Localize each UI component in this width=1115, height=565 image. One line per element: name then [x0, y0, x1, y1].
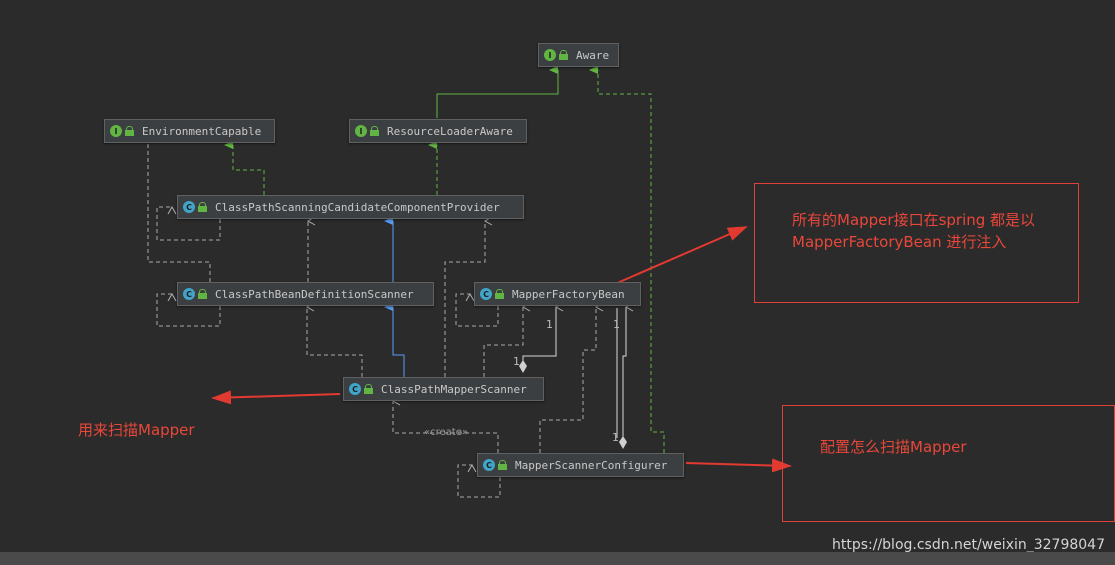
- multiplicity-label: 1: [546, 318, 553, 331]
- watermark: https://blog.csdn.net/weixin_32798047: [831, 537, 1105, 553]
- class-icon: C: [349, 383, 361, 395]
- aggregation-edges: [522, 302, 634, 438]
- multiplicity-label: 1: [612, 431, 619, 444]
- node-resourceloaderaware[interactable]: I ResourceLoaderAware: [349, 119, 527, 143]
- red-arrow-to-factory-note: [607, 226, 748, 288]
- lock-icon: [495, 289, 504, 299]
- node-label: ClassPathMapperScanner: [381, 382, 527, 396]
- class-icon: C: [183, 288, 195, 300]
- red-arrow-to-scan-note: [211, 390, 341, 405]
- edge-provider-environmentcapable: [224, 141, 265, 195]
- interface-icon: I: [544, 49, 556, 61]
- lock-icon: [370, 126, 379, 136]
- class-icon: C: [183, 201, 195, 213]
- interface-icon: I: [110, 125, 122, 137]
- factory-bean-note-line1: 所有的Mapper接口在spring 都是以: [792, 211, 1036, 229]
- edge-configurer-aware: [589, 66, 665, 453]
- multiplicity-label: 1: [513, 355, 520, 368]
- edge-resourceloaderaware-aware: [436, 66, 559, 118]
- lock-icon: [364, 384, 373, 394]
- lock-icon: [498, 460, 507, 470]
- node-environmentcapable[interactable]: I EnvironmentCapable: [104, 119, 275, 143]
- node-aware[interactable]: I Aware: [538, 43, 619, 67]
- node-label: Aware: [576, 48, 610, 62]
- node-mapperscannerconfigurer[interactable]: C MapperScannerConfigurer: [477, 453, 684, 477]
- node-classpathscanningcandidatecomponentprovider[interactable]: C ClassPathScanningCandidateComponentPro…: [177, 195, 524, 219]
- annotation-arrows: [211, 226, 792, 473]
- edge-mapperscanner-beandefscanner: [384, 303, 405, 377]
- interface-icon: I: [355, 125, 367, 137]
- class-icon: C: [480, 288, 492, 300]
- creates-label: «create»: [424, 427, 468, 438]
- diamond-mapperscanner: [519, 360, 527, 373]
- node-label: ClassPathScanningCandidateComponentProvi…: [215, 200, 500, 214]
- node-label: EnvironmentCapable: [142, 124, 262, 138]
- lock-icon: [559, 50, 568, 60]
- node-classpathbeandefinitionscanner[interactable]: C ClassPathBeanDefinitionScanner: [177, 282, 434, 306]
- node-label: ClassPathBeanDefinitionScanner: [215, 287, 414, 301]
- diamond-configurer: [619, 436, 627, 449]
- configure-scan-note-box: [782, 405, 1115, 522]
- configure-scan-note: 配置怎么扫描Mapper: [820, 438, 967, 456]
- scan-mapper-note: 用来扫描Mapper: [78, 421, 195, 439]
- lock-icon: [198, 202, 207, 212]
- node-label: MapperScannerConfigurer: [515, 458, 668, 472]
- node-mapperfactorybean[interactable]: C MapperFactoryBean: [474, 282, 641, 306]
- node-label: MapperFactoryBean: [512, 287, 625, 301]
- factory-bean-note-line2: MapperFactoryBean 进行注入: [792, 233, 1007, 251]
- red-arrow-to-config-note: [685, 458, 792, 473]
- class-icon: C: [483, 459, 495, 471]
- bottom-scrollbar[interactable]: [0, 552, 1115, 565]
- multiplicity-label: 1: [613, 318, 620, 331]
- lock-icon: [198, 289, 207, 299]
- node-classpathmapperscanner[interactable]: C ClassPathMapperScanner: [343, 377, 544, 401]
- node-label: ResourceLoaderAware: [387, 124, 513, 138]
- lock-icon: [125, 126, 134, 136]
